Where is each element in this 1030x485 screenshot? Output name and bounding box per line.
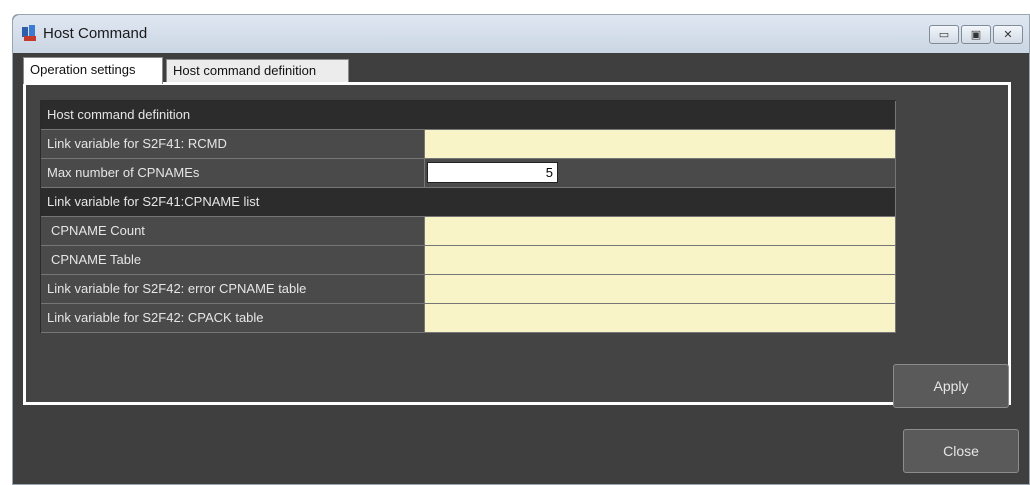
subsection-header-row: Link variable for S2F41:CPNAME list: [41, 188, 896, 217]
close-icon: ✕: [1003, 28, 1013, 41]
cpname-table-row: CPNAME Table: [41, 246, 896, 275]
rcmd-label: Link variable for S2F41: RCMD: [41, 130, 425, 158]
error-cpname-table-label: Link variable for S2F42: error CPNAME ta…: [41, 275, 425, 303]
cpname-count-field[interactable]: [425, 217, 896, 245]
title-bar[interactable]: Host Command ▭ ▣ ✕: [13, 15, 1029, 53]
max-cpnames-row: Max number of CPNAMEs 5: [41, 159, 896, 188]
max-cpnames-label: Max number of CPNAMEs: [41, 159, 425, 187]
apply-button[interactable]: Apply: [893, 364, 1009, 408]
cpname-count-label: CPNAME Count: [41, 217, 425, 245]
minimize-button[interactable]: ▭: [929, 25, 959, 44]
error-cpname-table-row: Link variable for S2F42: error CPNAME ta…: [41, 275, 896, 304]
cpack-table-field[interactable]: [425, 304, 896, 332]
rcmd-row: Link variable for S2F41: RCMD: [41, 130, 896, 159]
subsection-header: Link variable for S2F41:CPNAME list: [41, 188, 896, 216]
cpack-table-label: Link variable for S2F42: CPACK table: [41, 304, 425, 332]
close-window-button[interactable]: ✕: [993, 25, 1023, 44]
tab-operation-settings[interactable]: Operation settings: [23, 57, 163, 84]
max-cpnames-cell: 5: [425, 159, 896, 187]
rcmd-variable-field[interactable]: [425, 130, 896, 158]
app-icon: [21, 24, 39, 42]
maximize-button[interactable]: ▣: [961, 25, 991, 44]
tab-host-command-definition[interactable]: Host command definition: [166, 59, 349, 83]
cpname-count-row: CPNAME Count: [41, 217, 896, 246]
window-controls: ▭ ▣ ✕: [929, 25, 1023, 44]
cpname-table-field[interactable]: [425, 246, 896, 274]
cpname-table-label: CPNAME Table: [41, 246, 425, 274]
window-title: Host Command: [43, 25, 148, 42]
maximize-icon: ▣: [970, 28, 982, 41]
section-header-row: Host command definition: [41, 101, 896, 130]
settings-grid: Host command definition Link variable fo…: [40, 100, 896, 333]
section-header: Host command definition: [41, 101, 896, 129]
close-button[interactable]: Close: [903, 429, 1019, 473]
error-cpname-table-field[interactable]: [425, 275, 896, 303]
minimize-icon: ▭: [938, 28, 950, 41]
cpack-table-row: Link variable for S2F42: CPACK table: [41, 304, 896, 333]
max-cpnames-input[interactable]: 5: [427, 162, 558, 183]
